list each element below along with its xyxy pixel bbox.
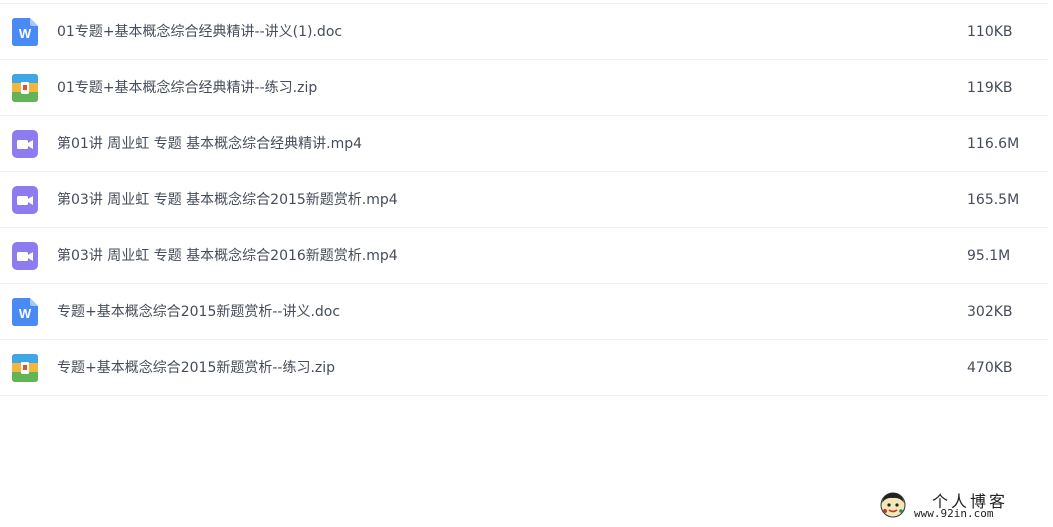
file-row[interactable]: 专题+基本概念综合2015新题赏析--练习.zip 470KB: [0, 339, 1049, 396]
word-doc-icon: W: [12, 298, 38, 326]
file-name[interactable]: 01专题+基本概念综合经典精讲--讲义(1).doc: [57, 22, 342, 42]
file-size: 119KB: [967, 80, 1013, 96]
video-file-icon: [12, 130, 38, 158]
file-list: W 01专题+基本概念综合经典精讲--讲义(1).doc 110KB 01专题+…: [0, 3, 1049, 396]
word-doc-icon: W: [12, 18, 38, 46]
file-name[interactable]: 第03讲 周业虹 专题 基本概念综合2015新题赏析.mp4: [57, 190, 398, 210]
zip-archive-icon: [12, 354, 38, 382]
file-name[interactable]: 第01讲 周业虹 专题 基本概念综合经典精讲.mp4: [57, 134, 362, 154]
video-file-icon: [12, 242, 38, 270]
file-size: 165.5M: [967, 192, 1020, 208]
video-file-icon: [12, 186, 38, 214]
file-row[interactable]: 01专题+基本概念综合经典精讲--练习.zip 119KB: [0, 59, 1049, 115]
cartoon-face-logo-icon: [880, 492, 906, 518]
blog-watermark: 个人博客 www.92in.com: [880, 488, 1040, 522]
file-row[interactable]: 第03讲 周业虹 专题 基本概念综合2015新题赏析.mp4 165.5M: [0, 171, 1049, 227]
file-row[interactable]: 第03讲 周业虹 专题 基本概念综合2016新题赏析.mp4 95.1M: [0, 227, 1049, 283]
file-row[interactable]: 第01讲 周业虹 专题 基本概念综合经典精讲.mp4 116.6M: [0, 115, 1049, 171]
file-size: 95.1M: [967, 248, 1011, 264]
zip-archive-icon: [12, 74, 38, 102]
file-name[interactable]: 专题+基本概念综合2015新题赏析--讲义.doc: [57, 302, 340, 322]
svg-text:W: W: [19, 306, 32, 321]
file-name[interactable]: 专题+基本概念综合2015新题赏析--练习.zip: [57, 358, 335, 378]
file-row[interactable]: W 01专题+基本概念综合经典精讲--讲义(1).doc 110KB: [0, 3, 1049, 59]
file-size: 110KB: [967, 24, 1013, 40]
svg-text:W: W: [19, 26, 32, 41]
file-size: 116.6M: [967, 136, 1020, 152]
watermark-url: www.92in.com: [914, 507, 994, 520]
file-size: 302KB: [967, 304, 1013, 320]
file-name[interactable]: 01专题+基本概念综合经典精讲--练习.zip: [57, 78, 317, 98]
file-row[interactable]: W 专题+基本概念综合2015新题赏析--讲义.doc 302KB: [0, 283, 1049, 339]
file-name[interactable]: 第03讲 周业虹 专题 基本概念综合2016新题赏析.mp4: [57, 246, 398, 266]
file-size: 470KB: [967, 360, 1013, 376]
